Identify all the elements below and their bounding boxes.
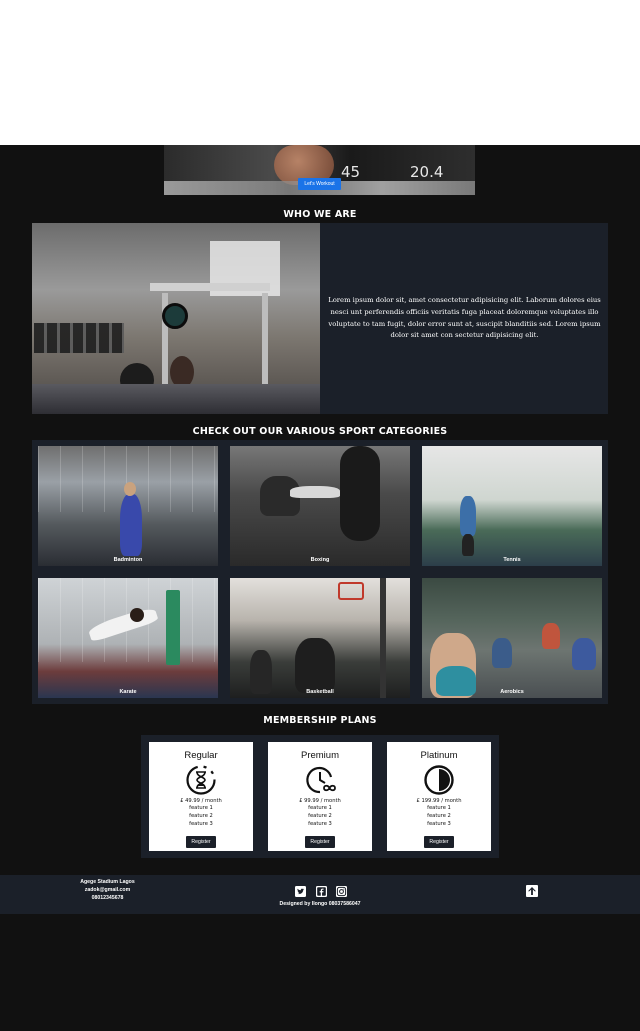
plan-card-platinum: Platinum £ 199.99 / month feature 1 feat… — [387, 742, 491, 851]
instagram-icon[interactable] — [336, 882, 347, 897]
plan-feature: feature 3 — [427, 821, 451, 827]
footer-address: Agege Stadium Lagos — [80, 879, 135, 885]
plan-feature: feature 3 — [189, 821, 213, 827]
register-button[interactable]: Register — [186, 836, 216, 848]
plan-card-premium: Premium £ 99.99 / month feature 1 featur… — [268, 742, 372, 851]
arrow-up-icon[interactable] — [526, 882, 538, 897]
hourglass-icon — [186, 765, 216, 795]
sport-label: Tennis — [503, 557, 521, 563]
twitter-icon[interactable] — [295, 882, 306, 897]
plan-feature: feature 1 — [308, 805, 332, 811]
facebook-icon[interactable] — [315, 882, 327, 897]
clock-infinity-icon — [306, 766, 336, 794]
plan-feature: feature 1 — [427, 805, 451, 811]
footer: Agege Stadium Lagos zadok@gmail.com 0801… — [0, 875, 640, 914]
plan-feature: feature 2 — [189, 813, 213, 819]
plan-feature: feature 3 — [308, 821, 332, 827]
sport-card-karate[interactable]: Karate — [38, 578, 218, 698]
designed-by-credit: Designed by Ilongo 08037586047 — [279, 901, 361, 907]
sport-label: Badminton — [113, 557, 143, 563]
footer-contact: Agege Stadium Lagos zadok@gmail.com 0801… — [60, 878, 155, 902]
register-button[interactable]: Register — [424, 836, 454, 848]
sport-label: Aerobics — [500, 689, 524, 695]
lets-workout-button[interactable]: Let's Workout — [298, 178, 341, 190]
who-we-are-section: Lorem ipsum dolor sit, amet consectetur … — [32, 223, 608, 414]
footer-email[interactable]: zadok@gmail.com — [60, 886, 155, 894]
hero-display-left: 45 — [341, 163, 361, 181]
membership-plans-title: MEMBERSHIP PLANS — [263, 715, 377, 726]
plan-feature: feature 2 — [427, 813, 451, 819]
who-we-are-title: WHO WE ARE — [283, 209, 357, 220]
hero-display-right: 20.4 — [410, 163, 444, 181]
sport-categories-grid: Badminton Boxing Tennis Karate Basketbal… — [32, 440, 608, 704]
register-button[interactable]: Register — [305, 836, 335, 848]
sport-card-tennis[interactable]: Tennis — [422, 446, 602, 566]
half-circle-icon — [424, 765, 454, 795]
membership-plans-section: Regular £ 49.99 / month feature 1 featur… — [141, 735, 499, 858]
sport-categories-title: CHECK OUT OUR VARIOUS SPORT CATEGORIES — [192, 426, 448, 437]
sport-label: Karate — [119, 689, 137, 695]
sport-card-basketball[interactable]: Basketball — [230, 578, 410, 698]
plan-name: Platinum — [420, 750, 458, 761]
plan-feature: feature 2 — [308, 813, 332, 819]
plan-card-regular: Regular £ 49.99 / month feature 1 featur… — [149, 742, 253, 851]
sport-card-boxing[interactable]: Boxing — [230, 446, 410, 566]
sport-label: Basketball — [306, 689, 334, 695]
plan-name: Premium — [300, 750, 339, 761]
plan-feature: feature 1 — [189, 805, 213, 811]
top-blank-area — [0, 0, 640, 145]
social-links — [295, 882, 347, 897]
sport-label: Boxing — [310, 557, 330, 563]
gym-photo — [32, 223, 320, 414]
sport-card-aerobics[interactable]: Aerobics — [422, 578, 602, 698]
who-we-are-text: Lorem ipsum dolor sit, amet consectetur … — [328, 296, 601, 340]
sport-card-badminton[interactable]: Badminton — [38, 446, 218, 566]
plan-name: Regular — [184, 750, 218, 761]
